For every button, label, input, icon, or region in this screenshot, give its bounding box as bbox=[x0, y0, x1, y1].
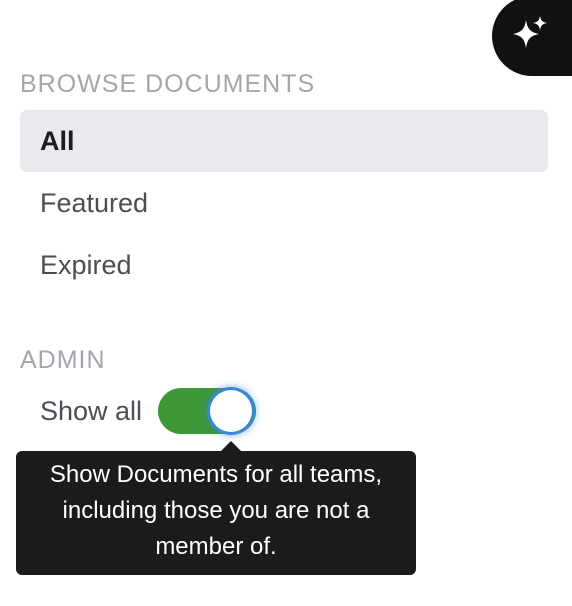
filter-item-all[interactable]: All bbox=[20, 110, 548, 172]
admin-heading: ADMIN bbox=[20, 346, 106, 374]
document-filter-panel: BROWSE DOCUMENTS All Featured Expired AD… bbox=[0, 0, 572, 606]
show-all-toggle[interactable] bbox=[158, 388, 257, 434]
ai-assistant-button[interactable] bbox=[492, 0, 572, 76]
toggle-knob bbox=[210, 390, 253, 432]
tooltip-arrow bbox=[220, 441, 242, 452]
tooltip-text: Show Documents for all teams, including … bbox=[49, 461, 383, 560]
filter-item-label: Featured bbox=[40, 187, 149, 218]
show-all-tooltip: Show Documents for all teams, including … bbox=[16, 441, 416, 575]
sparkle-icon bbox=[508, 14, 552, 58]
show-all-toggle-row: Show all bbox=[40, 386, 257, 436]
filter-item-featured[interactable]: Featured bbox=[20, 172, 548, 234]
filter-item-expired[interactable]: Expired bbox=[20, 234, 548, 296]
browse-documents-heading: BROWSE DOCUMENTS bbox=[20, 70, 316, 98]
show-all-label: Show all bbox=[40, 395, 143, 426]
filter-item-label: All bbox=[40, 125, 75, 156]
filter-item-label: Expired bbox=[40, 249, 132, 280]
